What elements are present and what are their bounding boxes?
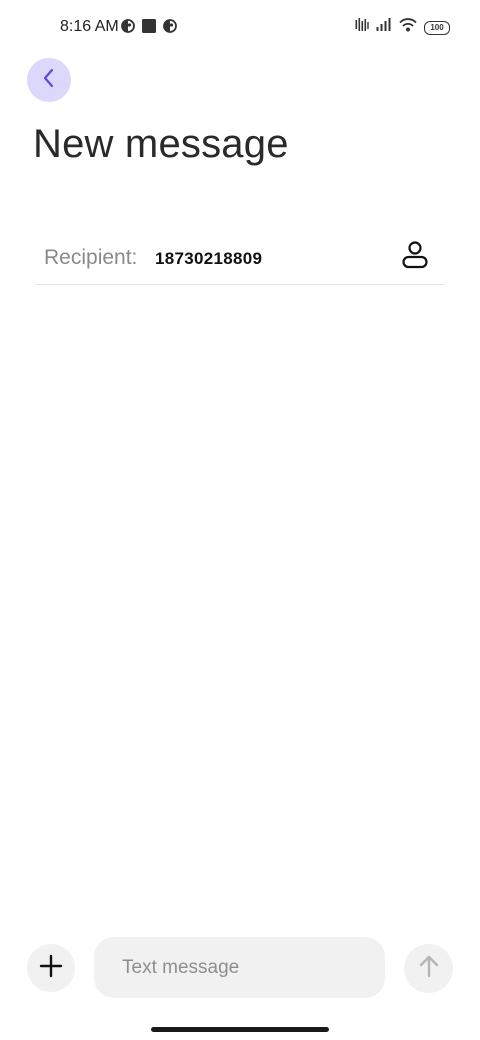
data-saver-icon xyxy=(163,19,177,38)
message-input-container[interactable] xyxy=(94,937,385,998)
send-button[interactable] xyxy=(404,944,453,993)
home-indicator[interactable] xyxy=(151,1027,329,1032)
square-notification-icon xyxy=(141,18,157,39)
data-saver-icon xyxy=(121,19,135,38)
contact-picker-button[interactable] xyxy=(398,240,432,274)
status-right-icons: 100 xyxy=(355,17,450,38)
vibrate-signal-icon xyxy=(355,17,369,38)
message-input[interactable] xyxy=(94,937,385,998)
status-left-icons xyxy=(121,18,177,39)
plus-icon xyxy=(39,954,63,983)
attach-button[interactable] xyxy=(27,944,75,992)
status-bar: 8:16 AM 100 xyxy=(0,0,480,56)
person-icon xyxy=(401,240,429,275)
chevron-left-icon xyxy=(39,67,59,94)
battery-icon: 100 xyxy=(424,20,450,35)
back-button[interactable] xyxy=(27,58,71,102)
screen: 8:16 AM 100 New message Recipient: 18730… xyxy=(0,0,480,1040)
recipient-field[interactable]: Recipient: 18730218809 xyxy=(36,232,444,285)
page-title: New message xyxy=(33,122,289,166)
recipient-label: Recipient: xyxy=(44,246,138,269)
arrow-up-icon xyxy=(417,953,441,984)
recipient-value[interactable]: 18730218809 xyxy=(155,249,262,269)
wifi-icon xyxy=(399,17,417,38)
status-time: 8:16 AM xyxy=(60,18,119,35)
cellular-signal-icon xyxy=(376,17,392,38)
